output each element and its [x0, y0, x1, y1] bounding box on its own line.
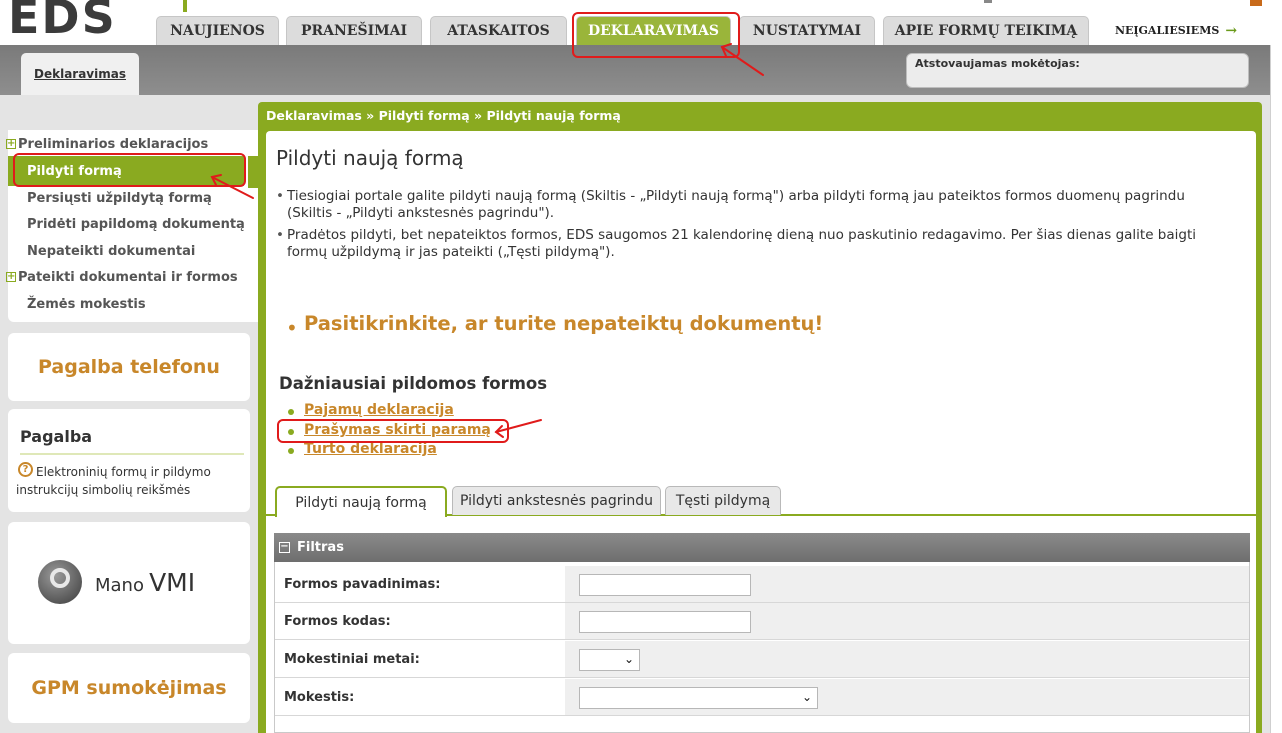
accessibility-label: NEĮGALIESIEMS: [1114, 24, 1220, 37]
header-badge-icon: [1250, 0, 1262, 6]
chevron-down-icon: ⌄: [801, 690, 812, 704]
info-bullet: Pradėtos pildyti, bet nepateiktos formos…: [276, 227, 1229, 261]
tax-year-select[interactable]: ⌄: [579, 649, 640, 671]
breadcrumb[interactable]: Deklaravimas » Pildyti formą » Pildyti n…: [266, 108, 621, 123]
filter-value-cell: [565, 566, 1249, 602]
tab-apie-formu-teikima[interactable]: APIE FORMŲ TEIKIMĄ: [883, 16, 1089, 45]
filter-label: Formos kodas:: [275, 603, 565, 639]
frequent-forms-title: Dažniausiai pildomos formos: [279, 374, 548, 393]
expand-plus-icon[interactable]: +: [6, 139, 16, 149]
phone-help-title: Pagalba telefonu: [38, 356, 220, 378]
warning-bullet: •: [286, 316, 298, 340]
annotation-highlight-pildyti-forma: [13, 153, 246, 187]
represented-payer-label: Atstovaujamas mokėtojas:: [915, 57, 1080, 70]
filter-label: Mokestiniai metai:: [275, 641, 565, 677]
annotation-highlight-prasymas: [277, 419, 509, 443]
filter-row-form-code: Formos kodas:: [275, 603, 1249, 640]
filter-header[interactable]: − Filtras: [274, 533, 1250, 562]
sidebar-item-label: Pateikti dokumentai ir formos: [18, 269, 238, 285]
chevron-down-icon: ⌄: [623, 652, 634, 666]
unsubmitted-warning-link[interactable]: Pasitikrinkite, ar turite nepateiktų dok…: [304, 312, 823, 335]
help-link[interactable]: Elektroninių formų ir pildymo instrukcij…: [16, 463, 248, 499]
help-title: Pagalba: [20, 427, 93, 446]
sidebar-item-preliminarios[interactable]: + Preliminarios deklaracijos: [6, 133, 208, 155]
sidebar-item-pateikti[interactable]: + Pateikti dokumentai ir formos: [6, 266, 238, 288]
collapse-minus-icon[interactable]: −: [279, 542, 290, 553]
filter-row-form-name: Formos pavadinimas:: [275, 566, 1249, 603]
page-title: Pildyti naują formą: [276, 146, 464, 170]
gpm-box[interactable]: GPM sumokėjimas: [8, 653, 250, 723]
tax-select[interactable]: ⌄: [579, 687, 818, 709]
sidebar-item-label: Žemės mokestis: [27, 296, 146, 312]
gpm-title: GPM sumokėjimas: [31, 677, 227, 699]
form-code-input[interactable]: [579, 611, 751, 633]
header-dash: [984, 0, 992, 3]
sidebar-item-persiusti[interactable]: Persiųsti užpildytą formą: [27, 187, 212, 209]
sidebar-item-nepateikti[interactable]: Nepateikti dokumentai: [27, 240, 195, 262]
filter-row-tax-year: Mokestiniai metai: ⌄: [275, 641, 1249, 678]
filter-label: Formos pavadinimas:: [275, 566, 565, 602]
mano-vmi-box[interactable]: Mano VMI: [8, 522, 250, 644]
sidebar-item-label: Preliminarios deklaracijos: [18, 136, 209, 152]
expand-plus-icon[interactable]: +: [6, 272, 16, 282]
arrow-right-icon: →: [1225, 22, 1238, 39]
form-link-pajamu-deklaracija[interactable]: Pajamų deklaracija: [304, 402, 454, 418]
info-bullet: Tiesiogiai portale galite pildyti naują …: [276, 188, 1229, 222]
filter-row-tax: Mokestis: ⌄: [275, 679, 1249, 716]
tab-nustatymai[interactable]: NUSTATYMAI: [739, 16, 875, 45]
filter-title: Filtras: [297, 540, 344, 555]
logo-accent: [183, 0, 187, 12]
represented-payer-box[interactable]: Atstovaujamas mokėtojas:: [906, 53, 1249, 88]
form-name-input[interactable]: [579, 574, 751, 596]
sidebar-item-zemes-mokestis[interactable]: Žemės mokestis: [27, 293, 146, 315]
list-bullet: [288, 409, 294, 415]
mano-vmi-logo-icon: [38, 560, 82, 604]
tab-testi-pildyma[interactable]: Tęsti pildymą: [665, 486, 781, 515]
tab-ataskaitos[interactable]: ATASKAITOS: [430, 16, 567, 45]
scrollbar-track[interactable]: [1270, 45, 1282, 733]
sidebar-item-prideti[interactable]: Pridėti papildomą dokumentą: [27, 213, 245, 235]
filter-label: Mokestis:: [275, 679, 565, 715]
annotation-highlight-deklaravimas: [572, 12, 740, 58]
help-divider: [20, 453, 244, 455]
subtab-deklaravimas[interactable]: Deklaravimas: [21, 53, 139, 95]
tab-pildyti-nauja[interactable]: Pildyti naują formą: [275, 486, 447, 517]
filter-value-cell: ⌄: [565, 679, 1249, 715]
eds-logo[interactable]: EDS: [8, 0, 117, 40]
sidebar-item-label: Pridėti papildomą dokumentą: [27, 216, 245, 232]
mano-vmi-wordmark: Mano VMI: [95, 568, 195, 597]
tab-naujienos[interactable]: NAUJIENOS: [156, 16, 279, 45]
mano-vmi-big: VMI: [149, 568, 196, 597]
sidebar-item-label: Nepateikti dokumentai: [27, 243, 196, 259]
tab-pranesimai[interactable]: PRANEŠIMAI: [286, 16, 422, 45]
accessibility-link[interactable]: NEĮGALIESIEMS →: [1106, 16, 1246, 45]
list-bullet: [288, 448, 294, 454]
help-box: Pagalba ? Elektroninių formų ir pildymo …: [8, 409, 250, 512]
phone-help-box[interactable]: Pagalba telefonu: [8, 333, 250, 401]
filter-value-cell: [565, 603, 1249, 639]
sidebar-item-label: Persiųsti užpildytą formą: [27, 190, 212, 206]
tab-pildyti-ankstesnes[interactable]: Pildyti ankstesnės pagrindu: [452, 486, 661, 515]
filter-value-cell: ⌄: [565, 641, 1249, 677]
mano-vmi-small: Mano: [95, 575, 144, 596]
form-link-turto-deklaracija[interactable]: Turto deklaracija: [304, 441, 437, 457]
